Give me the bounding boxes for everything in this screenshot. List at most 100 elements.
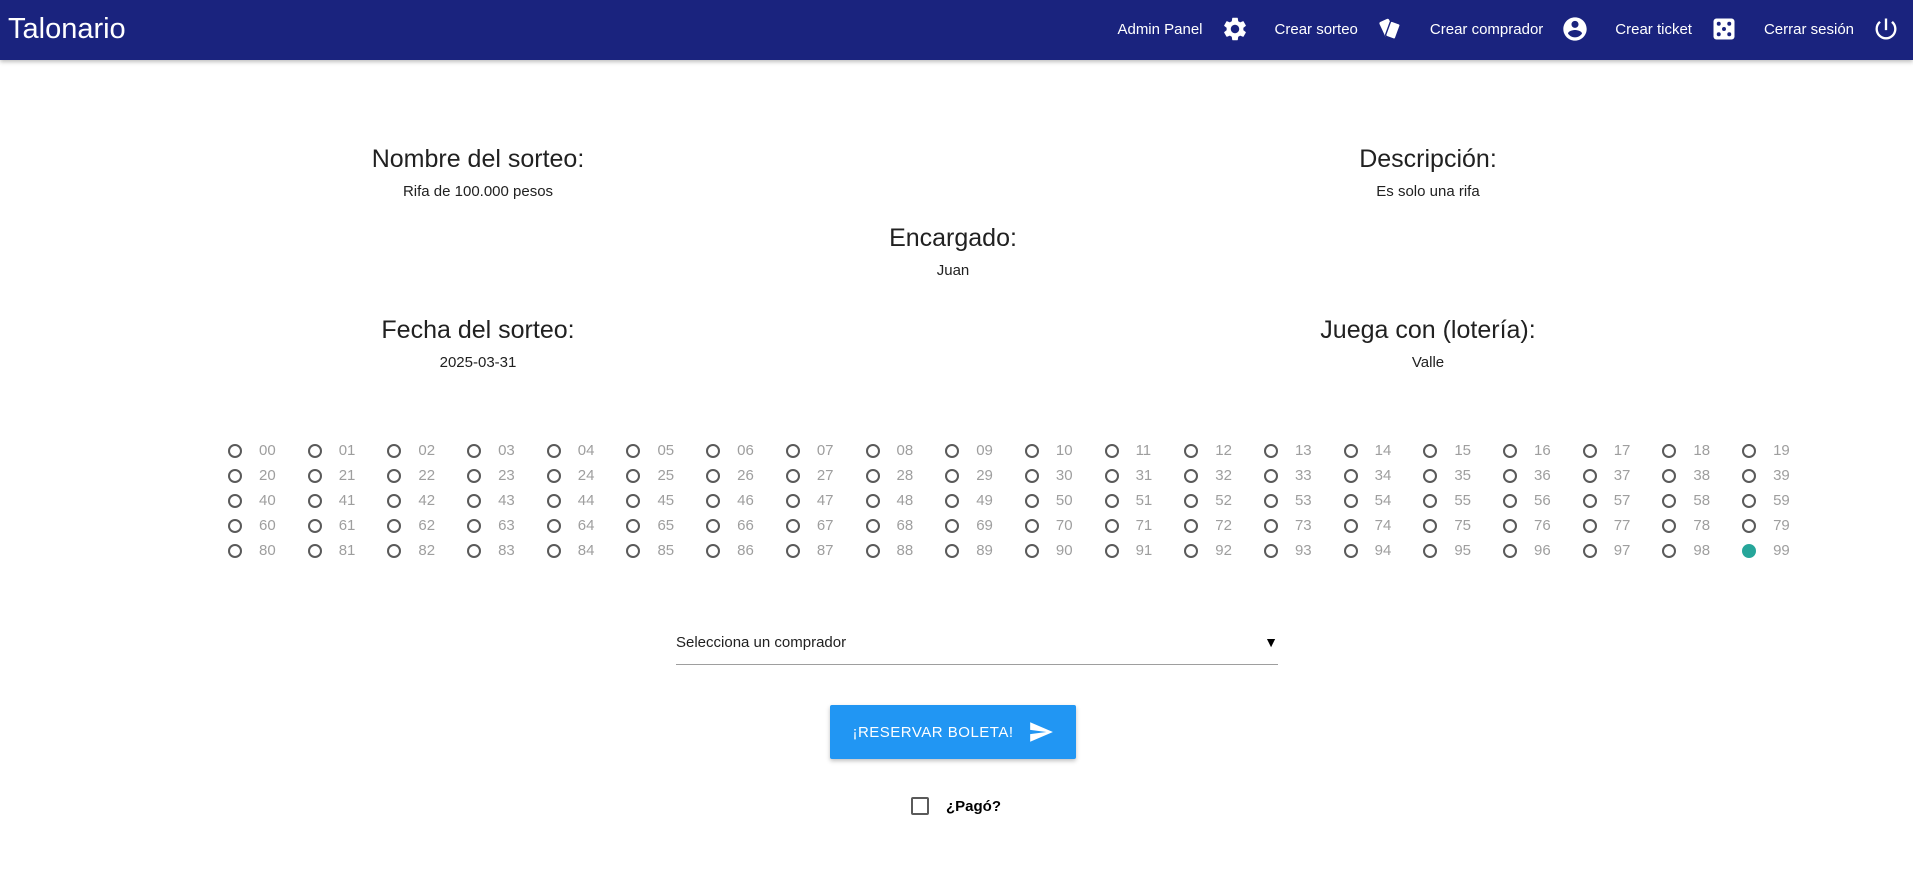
radio-button[interactable] bbox=[387, 468, 402, 483]
ticket-number-option[interactable]: 93 bbox=[1263, 538, 1344, 563]
radio-button[interactable] bbox=[1104, 468, 1119, 483]
radio-button[interactable] bbox=[1263, 468, 1278, 483]
ticket-number-option[interactable]: 35 bbox=[1423, 463, 1503, 488]
ticket-number-option[interactable]: 00 bbox=[228, 438, 308, 463]
radio-button[interactable] bbox=[1582, 518, 1597, 533]
ticket-number-option[interactable]: 66 bbox=[706, 513, 786, 538]
radio-button[interactable] bbox=[1503, 543, 1517, 558]
ticket-number-option[interactable]: 71 bbox=[1104, 513, 1185, 538]
radio-button[interactable] bbox=[1024, 443, 1039, 458]
ticket-number-option[interactable]: 97 bbox=[1582, 538, 1663, 563]
ticket-number-option[interactable]: 55 bbox=[1423, 488, 1503, 513]
radio-button[interactable] bbox=[1024, 468, 1039, 483]
ticket-number-option[interactable]: 09 bbox=[945, 438, 1025, 463]
paid-checkbox[interactable] bbox=[911, 797, 929, 815]
ticket-number-option[interactable]: 44 bbox=[546, 488, 627, 513]
ticket-number-option[interactable]: 79 bbox=[1742, 513, 1822, 538]
radio-button[interactable] bbox=[706, 493, 721, 508]
radio-button[interactable] bbox=[785, 543, 800, 558]
radio-button[interactable] bbox=[387, 543, 402, 558]
radio-button[interactable] bbox=[467, 493, 482, 508]
radio-button[interactable] bbox=[945, 468, 960, 483]
radio-button[interactable] bbox=[1104, 443, 1119, 458]
ticket-number-option[interactable]: 15 bbox=[1423, 438, 1503, 463]
nav-admin-panel[interactable]: Admin Panel bbox=[1104, 0, 1261, 58]
radio-button[interactable] bbox=[1582, 443, 1597, 458]
ticket-number-option[interactable]: 42 bbox=[387, 488, 467, 513]
ticket-number-option[interactable]: 69 bbox=[945, 513, 1025, 538]
ticket-number-option[interactable]: 03 bbox=[467, 438, 547, 463]
radio-button[interactable] bbox=[1582, 493, 1597, 508]
ticket-number-option[interactable]: 40 bbox=[228, 488, 308, 513]
radio-button[interactable] bbox=[307, 493, 322, 508]
ticket-number-option[interactable]: 68 bbox=[865, 513, 946, 538]
ticket-number-option[interactable]: 59 bbox=[1742, 488, 1822, 513]
ticket-number-option[interactable]: 86 bbox=[706, 538, 786, 563]
ticket-number-option[interactable]: 48 bbox=[865, 488, 946, 513]
radio-button[interactable] bbox=[467, 518, 482, 533]
ticket-number-option[interactable]: 36 bbox=[1503, 463, 1583, 488]
ticket-number-option[interactable]: 34 bbox=[1343, 463, 1424, 488]
radio-button[interactable] bbox=[1104, 518, 1119, 533]
ticket-number-option[interactable]: 99 bbox=[1742, 538, 1822, 563]
radio-button[interactable] bbox=[1423, 493, 1438, 508]
paid-checkbox-field[interactable]: ¿Pagó? bbox=[911, 797, 1001, 815]
nav-logout[interactable]: Cerrar sesión bbox=[1751, 0, 1913, 58]
ticket-number-option[interactable]: 67 bbox=[785, 513, 866, 538]
radio-button[interactable] bbox=[1742, 493, 1757, 508]
radio-button[interactable] bbox=[1423, 468, 1438, 483]
brand-logo[interactable]: Talonario bbox=[8, 0, 126, 58]
ticket-number-option[interactable]: 31 bbox=[1104, 463, 1185, 488]
radio-button[interactable] bbox=[1423, 443, 1438, 458]
radio-button[interactable] bbox=[1184, 468, 1199, 483]
ticket-number-option[interactable]: 54 bbox=[1343, 488, 1424, 513]
ticket-number-option[interactable]: 52 bbox=[1184, 488, 1264, 513]
ticket-number-option[interactable]: 83 bbox=[467, 538, 547, 563]
ticket-number-option[interactable]: 64 bbox=[546, 513, 627, 538]
radio-button[interactable] bbox=[1503, 493, 1517, 508]
radio-button[interactable] bbox=[1184, 443, 1199, 458]
radio-button[interactable] bbox=[1343, 443, 1358, 458]
ticket-number-option[interactable]: 87 bbox=[785, 538, 866, 563]
ticket-number-option[interactable]: 78 bbox=[1662, 513, 1742, 538]
ticket-number-option[interactable]: 76 bbox=[1503, 513, 1583, 538]
radio-button[interactable] bbox=[1503, 518, 1517, 533]
radio-button[interactable] bbox=[1263, 493, 1278, 508]
radio-button[interactable] bbox=[228, 518, 242, 533]
ticket-number-option[interactable]: 33 bbox=[1263, 463, 1344, 488]
radio-button[interactable] bbox=[1184, 493, 1199, 508]
ticket-number-option[interactable]: 96 bbox=[1503, 538, 1583, 563]
ticket-number-option[interactable]: 57 bbox=[1582, 488, 1663, 513]
radio-button[interactable] bbox=[865, 543, 880, 558]
nav-create-buyer[interactable]: Crear comprador bbox=[1417, 0, 1602, 58]
radio-button[interactable] bbox=[1184, 543, 1199, 558]
ticket-number-option[interactable]: 90 bbox=[1024, 538, 1105, 563]
radio-button[interactable] bbox=[1662, 543, 1677, 558]
ticket-number-option[interactable]: 95 bbox=[1423, 538, 1503, 563]
ticket-number-option[interactable]: 63 bbox=[467, 513, 547, 538]
ticket-number-option[interactable]: 81 bbox=[307, 538, 388, 563]
radio-button[interactable] bbox=[387, 443, 402, 458]
radio-button[interactable] bbox=[307, 518, 322, 533]
ticket-number-option[interactable]: 29 bbox=[945, 463, 1025, 488]
ticket-number-option[interactable]: 70 bbox=[1024, 513, 1105, 538]
radio-button[interactable] bbox=[1662, 468, 1677, 483]
ticket-number-option[interactable]: 92 bbox=[1184, 538, 1264, 563]
ticket-number-option[interactable]: 12 bbox=[1184, 438, 1264, 463]
ticket-number-option[interactable]: 20 bbox=[228, 463, 308, 488]
radio-button[interactable] bbox=[626, 543, 641, 558]
ticket-number-option[interactable]: 46 bbox=[706, 488, 786, 513]
ticket-number-option[interactable]: 01 bbox=[307, 438, 388, 463]
radio-button[interactable] bbox=[1742, 468, 1757, 483]
ticket-number-option[interactable]: 72 bbox=[1184, 513, 1264, 538]
radio-button[interactable] bbox=[865, 518, 880, 533]
radio-button[interactable] bbox=[945, 543, 960, 558]
ticket-number-option[interactable]: 56 bbox=[1503, 488, 1583, 513]
ticket-number-option[interactable]: 62 bbox=[387, 513, 467, 538]
radio-button[interactable] bbox=[467, 543, 482, 558]
radio-button[interactable] bbox=[1582, 468, 1597, 483]
radio-button[interactable] bbox=[1104, 493, 1119, 508]
radio-button[interactable] bbox=[1184, 518, 1199, 533]
radio-button[interactable] bbox=[1742, 518, 1757, 533]
radio-button[interactable] bbox=[467, 468, 482, 483]
